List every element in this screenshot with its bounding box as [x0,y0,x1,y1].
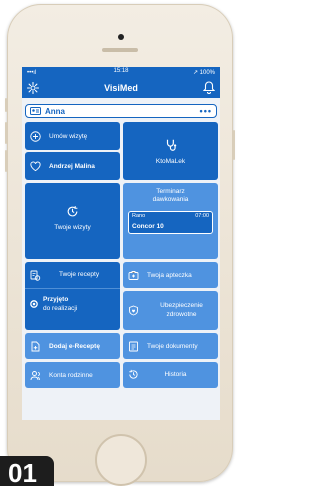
app-title: VisiMed [104,83,138,93]
dose-time-of-day: Rano [132,213,146,219]
favorite-doctor-button[interactable]: Andrzej Malina [25,152,120,180]
status-dot-icon [30,300,38,308]
clock: 15:18 [113,68,129,74]
prescriptions-panel[interactable]: Twoje recepty Przyjęto do realizacji [25,262,120,330]
app-header: VisiMed [22,78,220,98]
book-visit-button[interactable]: Umów wizytę [25,122,120,150]
dose-drug-name: Concor 10 [132,223,164,230]
who-treats-button[interactable]: KtoMaLek [123,122,218,180]
history-button[interactable]: Historia [123,362,218,388]
mute-switch[interactable] [5,98,7,112]
divider [25,288,120,289]
documents-label: Twoje dokumenty [147,342,198,350]
doctor-name: Andrzej Malina [49,162,95,170]
document-icon [128,341,139,352]
profile-name: Anna [45,106,65,116]
id-card-icon [30,107,41,115]
gear-icon[interactable] [27,82,39,94]
home-button[interactable] [95,434,147,486]
add-document-icon [30,341,41,352]
front-camera [118,34,124,40]
dose-hour: 07:00 [195,213,209,219]
first-aid-kit-icon [128,270,139,281]
add-eprescription-button[interactable]: Dodaj e-Receptę [25,333,120,359]
step-number-badge: 01 [0,456,54,486]
history-label: Historia [164,371,187,378]
accepted-substatus: do realizacji [43,305,78,312]
family-accounts-button[interactable]: Konta rodzinne [25,362,120,388]
clock-arrow-icon [66,205,79,218]
add-eprescription-label: Dodaj e-Receptę [49,342,100,350]
pharmacy-button[interactable]: Twoja apteczka [123,262,218,288]
insurance-button[interactable]: Ubezpieczenie zdrowotne [123,291,218,330]
documents-button[interactable]: Twoje dokumenty [123,333,218,359]
dosage-schedule-title: Terminarz dawkowania [152,188,189,203]
your-visits-button[interactable]: Twoje wizyty [25,183,120,259]
power-button[interactable] [233,130,235,160]
shield-heart-icon [128,305,139,316]
status-bar: •••ıl 15:18 ↗ 100% [22,67,220,78]
volume-up-button[interactable] [5,122,7,144]
stethoscope-icon [164,138,178,152]
dosage-schedule-button[interactable]: Terminarz dawkowania Rano 07:00 Concor 1… [123,183,218,259]
your-visits-label: Twoje wizyty [54,224,91,231]
speaker-grille [102,48,138,52]
dose-card[interactable]: Rano 07:00 Concor 10 [128,211,213,234]
your-prescriptions-label: Twoje recepty [59,271,100,278]
book-visit-label: Umów wizytę [49,132,88,140]
insurance-label: Ubezpieczenie zdrowotne [160,302,203,318]
prescription-icon [30,270,41,281]
accepted-status: Przyjęto [43,296,69,303]
volume-down-button[interactable] [5,150,7,172]
family-accounts-label: Konta rodzinne [49,371,93,379]
users-icon [30,370,41,381]
plus-circle-icon [30,130,41,142]
bell-icon[interactable] [203,81,215,94]
profile-selector[interactable]: Anna ••• [25,104,217,118]
app-screen: •••ıl 15:18 ↗ 100% VisiMed Anna ••• Umów… [22,67,220,420]
pharmacy-label: Twoja apteczka [147,271,192,279]
heart-icon [30,161,41,172]
more-options-icon[interactable]: ••• [200,107,212,116]
who-treats-label: KtoMaLek [155,158,186,165]
